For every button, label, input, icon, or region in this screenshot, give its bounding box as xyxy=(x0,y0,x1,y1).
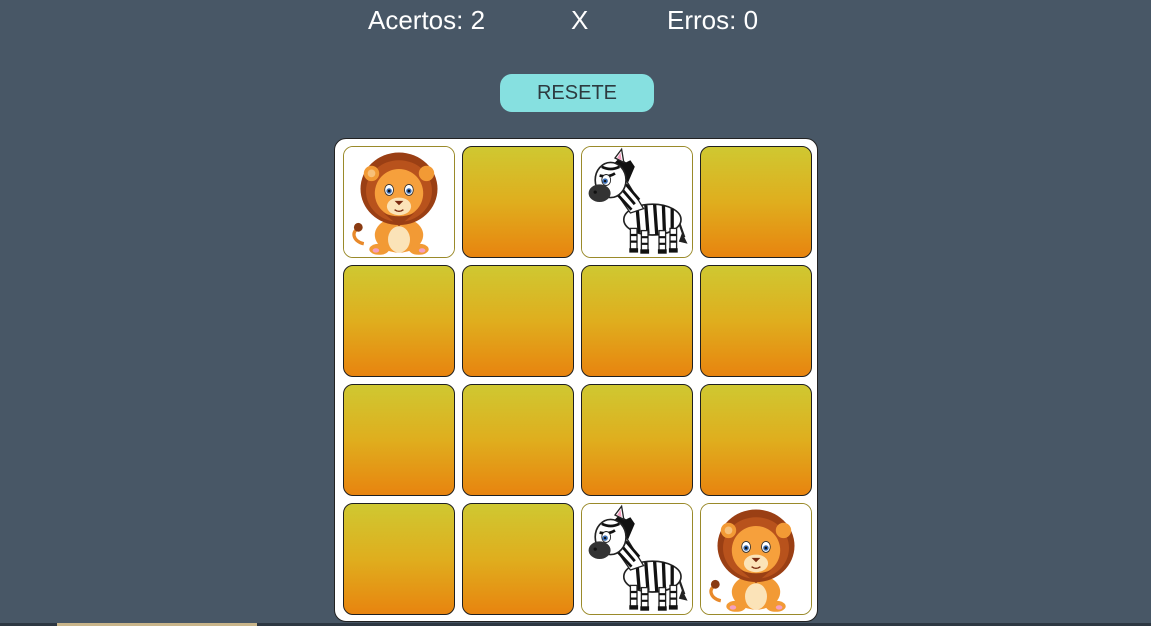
card-r2-c3[interactable] xyxy=(581,265,693,377)
card-r2-c4[interactable] xyxy=(700,265,812,377)
card-r3-c1[interactable] xyxy=(343,384,455,496)
score-separator: X xyxy=(571,5,589,35)
errors-counter: Erros: 0 xyxy=(667,5,759,35)
card-r1-c4[interactable] xyxy=(700,146,812,258)
card-r4-c2[interactable] xyxy=(462,503,574,615)
card-r1-c3[interactable] xyxy=(581,146,693,258)
card-r3-c2[interactable] xyxy=(462,384,574,496)
lion-icon xyxy=(344,147,454,257)
card-r3-c4[interactable] xyxy=(700,384,812,496)
zebra-icon xyxy=(582,504,692,614)
card-r3-c3[interactable] xyxy=(581,384,693,496)
card-r1-c1[interactable] xyxy=(343,146,455,258)
zebra-icon xyxy=(582,147,692,257)
card-r4-c4[interactable] xyxy=(700,503,812,615)
card-r2-c1[interactable] xyxy=(343,265,455,377)
scoreboard: Acertos: 2 X Erros: 0 xyxy=(0,5,1151,37)
card-r2-c2[interactable] xyxy=(462,265,574,377)
card-r1-c2[interactable] xyxy=(462,146,574,258)
game-board xyxy=(334,138,818,622)
hits-counter: Acertos: 2 xyxy=(368,5,486,35)
reset-button[interactable]: RESETE xyxy=(500,74,654,112)
card-r4-c3[interactable] xyxy=(581,503,693,615)
card-r4-c1[interactable] xyxy=(343,503,455,615)
lion-icon xyxy=(701,504,811,614)
